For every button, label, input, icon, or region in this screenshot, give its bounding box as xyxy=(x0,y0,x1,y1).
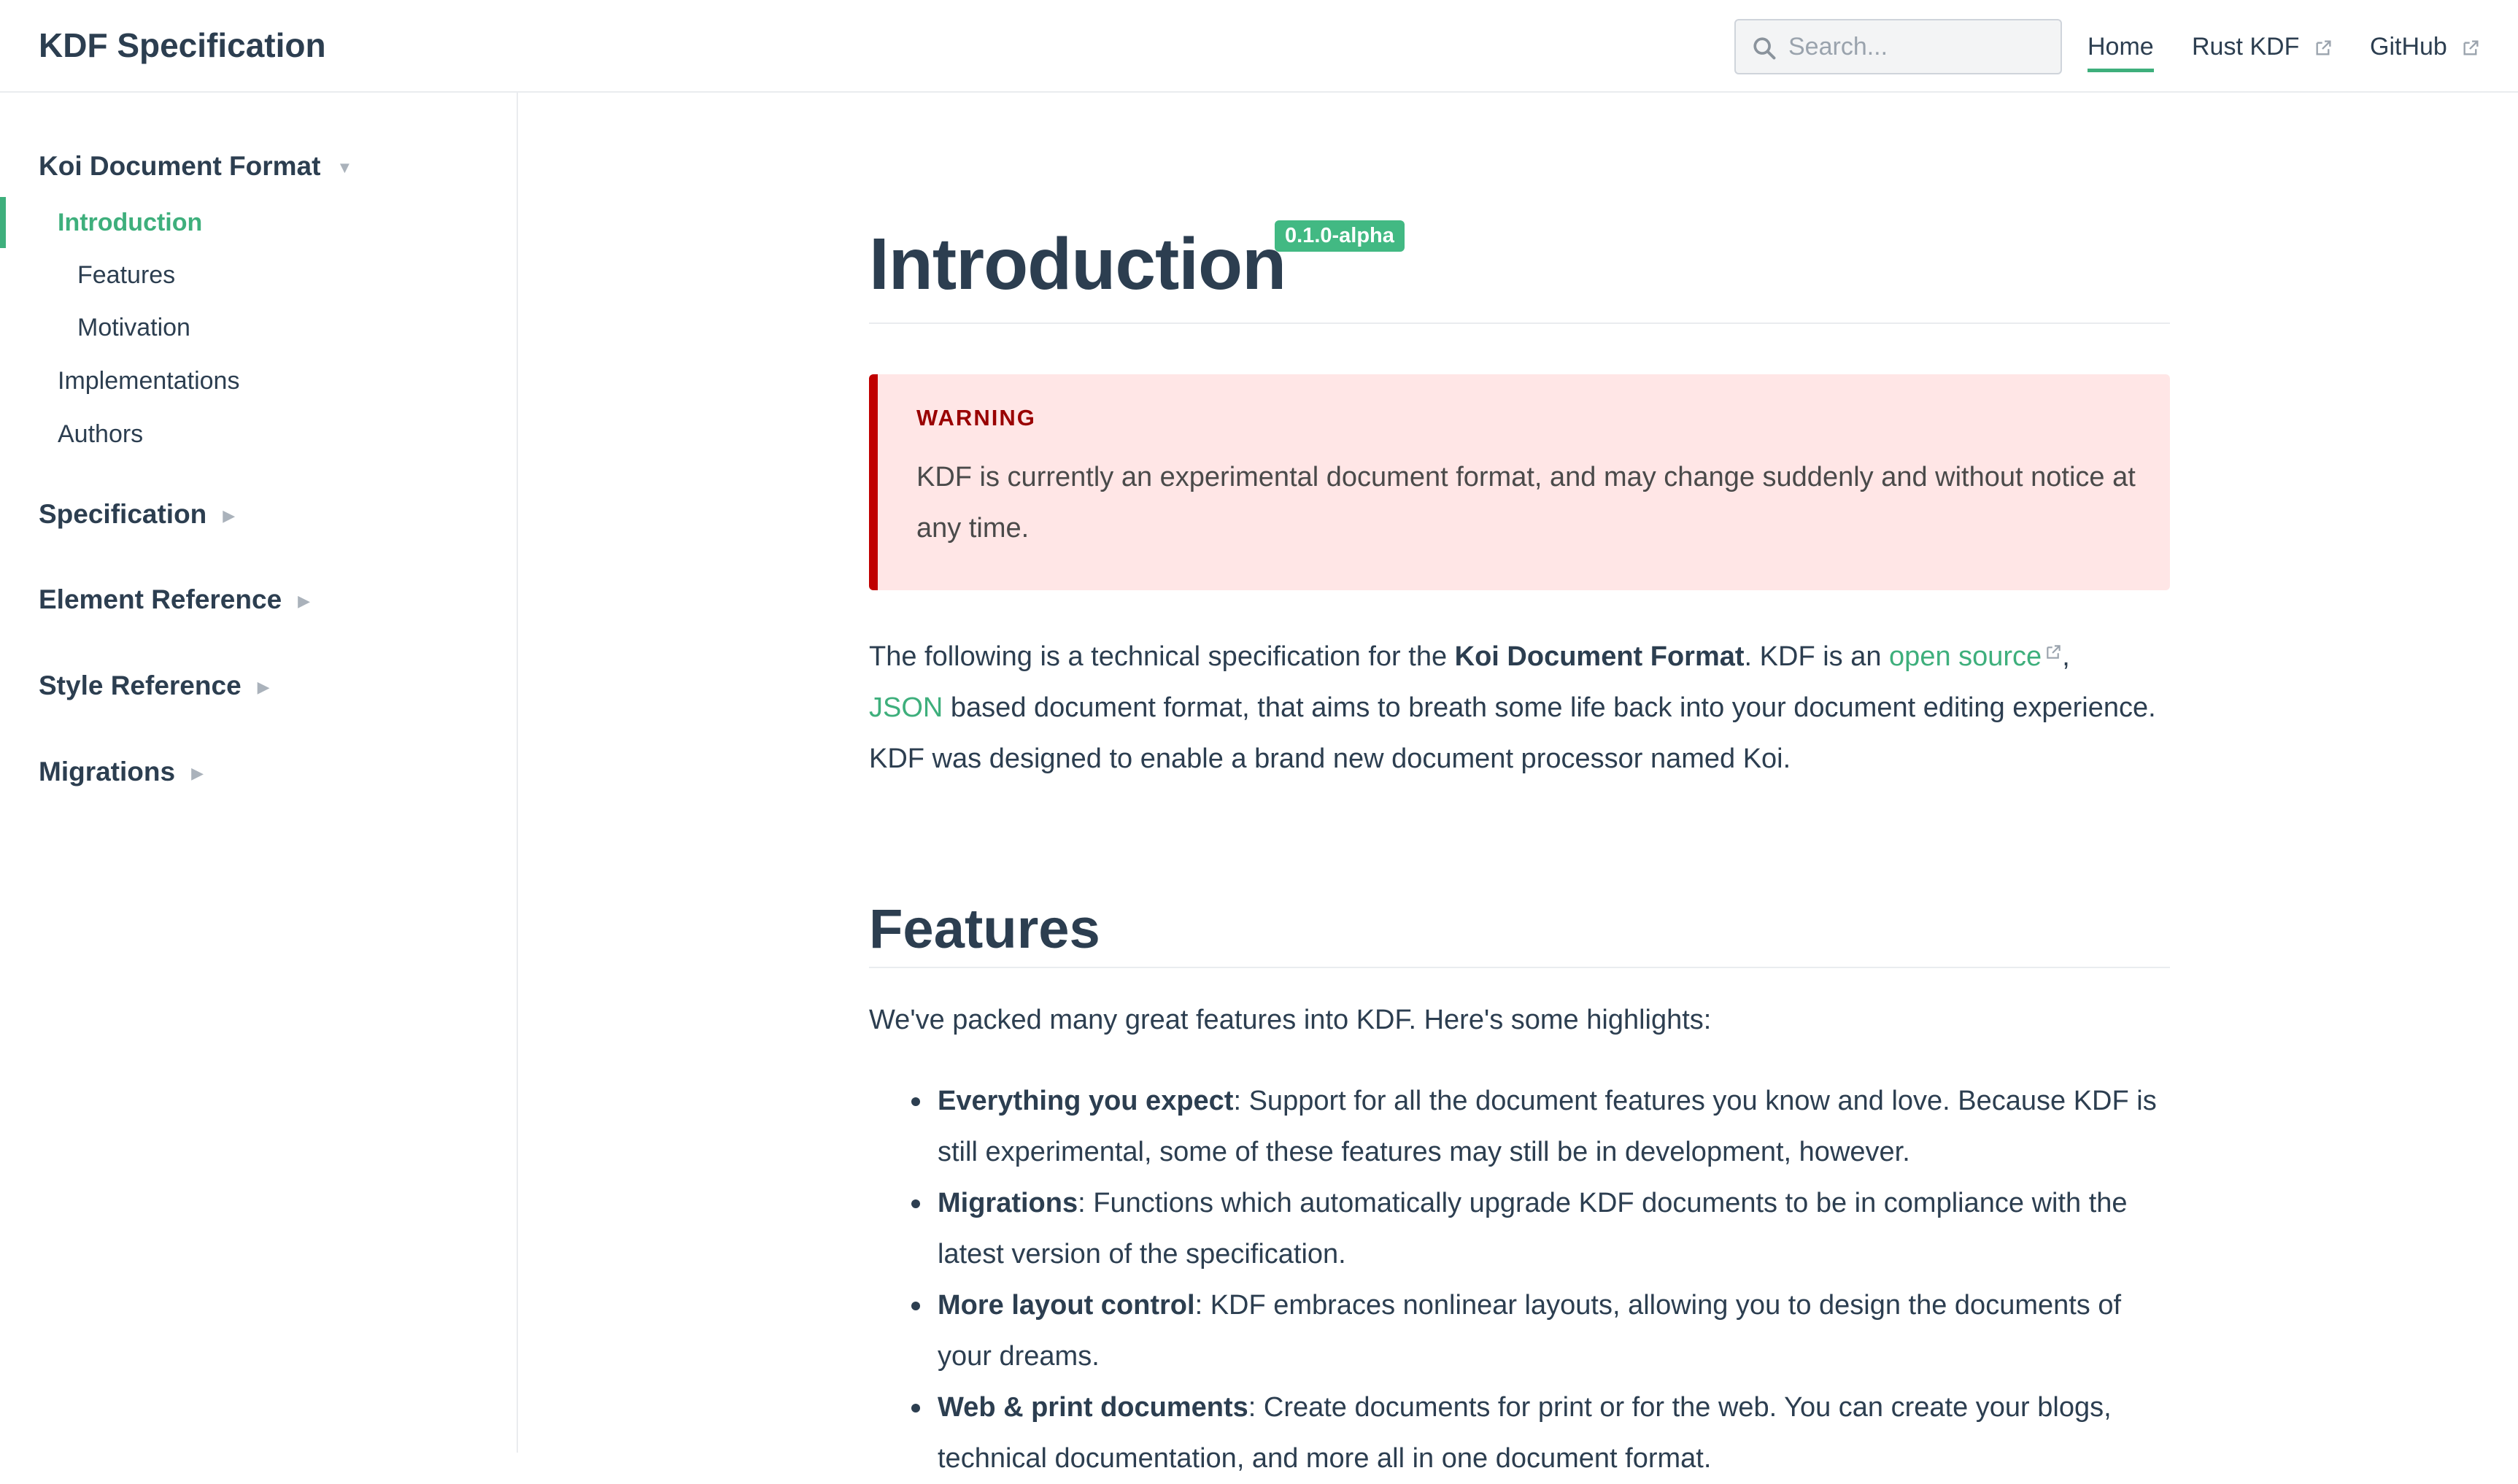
warning-title: WARNING xyxy=(916,405,1036,430)
triangle-right-icon: ▶ xyxy=(191,764,204,783)
external-link-icon xyxy=(2047,645,2061,659)
search-input[interactable] xyxy=(1787,26,2050,67)
intro-bold-text: Koi Document Format xyxy=(1454,641,1745,672)
version-badge: 0.1.0-alpha xyxy=(1275,220,1405,252)
intro-text: , xyxy=(2062,641,2070,672)
sidebar-group-label: Koi Document Format xyxy=(39,151,321,181)
feature-title: More layout control xyxy=(938,1290,1195,1321)
sidebar-group-label: Specification xyxy=(39,499,207,529)
nav-github-link[interactable]: GitHub xyxy=(2370,28,2480,66)
site-title[interactable]: KDF Specification xyxy=(39,23,326,67)
open-source-link-label: open source xyxy=(1889,641,2042,672)
warning-text: KDF is currently an experimental documen… xyxy=(916,462,2136,544)
sidebar-group-koi-document-format[interactable]: Koi Document Format ▼ xyxy=(39,148,352,186)
feature-title: Migrations xyxy=(938,1188,1078,1218)
sidebar-group-migrations[interactable]: Migrations ▶ xyxy=(39,754,204,792)
search-icon xyxy=(1753,37,1776,60)
feature-list: Everything you expect: Support for all t… xyxy=(869,1075,2170,1484)
features-heading-section: Features xyxy=(869,895,2170,968)
feature-title: Everything you expect xyxy=(938,1086,1234,1116)
intro-text: . KDF is an xyxy=(1744,641,1890,672)
bullet-icon xyxy=(911,1302,920,1310)
sidebar-group-specification[interactable]: Specification ▶ xyxy=(39,496,235,534)
feature-title: Web & print documents xyxy=(938,1392,1248,1423)
sidebar-group-style-reference[interactable]: Style Reference ▶ xyxy=(39,668,270,706)
warning-callout: WARNING KDF is currently an experimental… xyxy=(869,374,2170,590)
page-title-section: Introduction 0.1.0-alpha xyxy=(869,220,2170,324)
external-link-icon xyxy=(2463,40,2479,55)
intro-paragraph: The following is a technical specificati… xyxy=(869,631,2170,784)
sidebar-item-implementations[interactable]: Implementations xyxy=(58,364,239,398)
open-source-link[interactable]: open source xyxy=(1889,641,2062,672)
features-heading: Features xyxy=(869,898,1100,960)
feature-text: : Functions which automatically upgrade … xyxy=(938,1188,2128,1269)
intro-text: based document format, that aims to brea… xyxy=(869,692,2156,774)
json-link[interactable]: JSON xyxy=(869,692,943,723)
sidebar-item-features[interactable]: Features xyxy=(77,258,175,292)
nav-rust-kdf-link[interactable]: Rust KDF xyxy=(2192,28,2333,66)
list-item: Migrations: Functions which automaticall… xyxy=(869,1178,2170,1280)
intro-text: The following is a technical specificati… xyxy=(869,641,1455,672)
sidebar-group-label: Element Reference xyxy=(39,584,282,614)
triangle-right-icon: ▶ xyxy=(298,592,311,611)
nav-home-link[interactable]: Home xyxy=(2088,28,2154,72)
search-box[interactable] xyxy=(1734,19,2062,74)
sidebar-group-label: Migrations xyxy=(39,757,176,787)
triangle-right-icon: ▶ xyxy=(257,678,270,697)
list-item: More layout control: KDF embraces nonlin… xyxy=(869,1280,2170,1382)
bullet-icon xyxy=(911,1097,920,1106)
triangle-right-icon: ▶ xyxy=(223,506,236,525)
bullet-icon xyxy=(911,1404,920,1412)
list-item: Everything you expect: Support for all t… xyxy=(869,1075,2170,1178)
sidebar-group-label: Style Reference xyxy=(39,670,242,700)
sidebar-item-authors[interactable]: Authors xyxy=(58,417,143,451)
nav-github-label: GitHub xyxy=(2370,33,2447,61)
sidebar-group-element-reference[interactable]: Element Reference ▶ xyxy=(39,581,310,619)
navbar: KDF Specification Home Rust KDF GitHub xyxy=(0,0,2518,93)
triangle-down-icon: ▼ xyxy=(336,158,353,177)
sidebar: Koi Document Format ▼ Introduction Featur… xyxy=(0,93,518,1453)
bullet-icon xyxy=(911,1199,920,1208)
nav-rust-kdf-label: Rust KDF xyxy=(2192,33,2300,61)
active-indicator xyxy=(0,197,6,248)
sidebar-item-introduction[interactable]: Introduction xyxy=(58,206,202,239)
features-intro: We've packed many great features into KD… xyxy=(869,1005,1712,1035)
list-item: Web & print documents: Create documents … xyxy=(869,1382,2170,1484)
external-link-icon xyxy=(2316,40,2331,55)
sidebar-item-motivation[interactable]: Motivation xyxy=(77,311,190,344)
page-title: Introduction xyxy=(869,223,1286,305)
